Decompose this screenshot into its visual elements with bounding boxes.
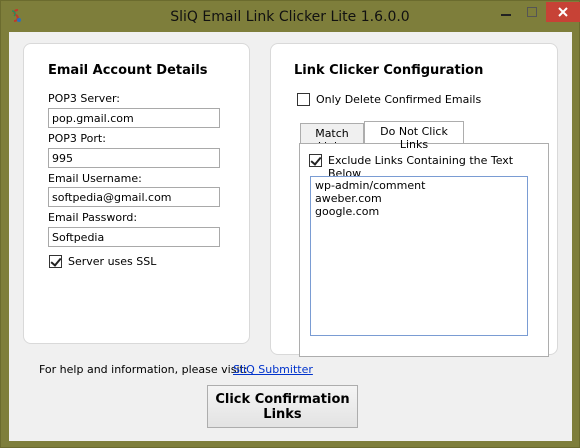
username-input[interactable]: softpedia@gmail.com	[48, 187, 220, 207]
maximize-icon	[527, 7, 537, 17]
maximize-button[interactable]	[519, 2, 545, 22]
minimize-icon	[501, 14, 511, 16]
exclude-line: wp-admin/comment	[315, 179, 426, 192]
tab-content: Exclude Links Containing the Text Below …	[299, 143, 549, 357]
click-confirmation-links-button[interactable]: Click Confirmation Links	[207, 385, 358, 428]
exclude-text-area[interactable]: wp-admin/comment aweber.com google.com	[310, 176, 528, 336]
button-label-line2: Links	[263, 407, 302, 422]
pop3-port-input[interactable]: 995	[48, 148, 220, 168]
exclude-line: google.com	[315, 205, 380, 218]
close-icon	[558, 7, 568, 17]
only-delete-label[interactable]: Only Delete Confirmed Emails	[316, 93, 481, 106]
ssl-checkbox[interactable]	[49, 255, 62, 268]
password-label: Email Password:	[48, 211, 138, 224]
email-account-panel: Email Account Details POP3 Server: pop.g…	[23, 43, 250, 344]
app-window: SliQ Email Link Clicker Lite 1.6.0.0 Ema…	[0, 0, 580, 448]
username-label: Email Username:	[48, 172, 142, 185]
minimize-button[interactable]	[493, 2, 519, 22]
pop3-server-input[interactable]: pop.gmail.com	[48, 108, 220, 128]
password-input[interactable]: Softpedia	[48, 227, 220, 247]
exclude-links-checkbox[interactable]	[309, 154, 322, 167]
title-bar[interactable]: SliQ Email Link Clicker Lite 1.6.0.0	[1, 1, 580, 32]
tab-do-not-click-links[interactable]: Do Not Click Links	[364, 121, 464, 151]
button-label-line1: Click Confirmation	[215, 392, 350, 407]
only-delete-checkbox[interactable]	[297, 93, 310, 106]
sliq-submitter-link[interactable]: SliQ Submitter	[233, 363, 313, 376]
exclude-line: aweber.com	[315, 192, 382, 205]
ssl-label[interactable]: Server uses SSL	[68, 255, 156, 268]
pop3-server-label: POP3 Server:	[48, 92, 121, 105]
pop3-port-label: POP3 Port:	[48, 132, 106, 145]
help-text: For help and information, please visit:	[39, 363, 248, 376]
close-button[interactable]	[546, 2, 580, 22]
client-area: Email Account Details POP3 Server: pop.g…	[9, 32, 572, 441]
tab-match-links[interactable]: Match Links	[300, 123, 364, 153]
link-clicker-title: Link Clicker Configuration	[294, 63, 484, 78]
email-account-title: Email Account Details	[48, 63, 208, 78]
link-clicker-panel: Link Clicker Configuration Only Delete C…	[270, 43, 558, 357]
